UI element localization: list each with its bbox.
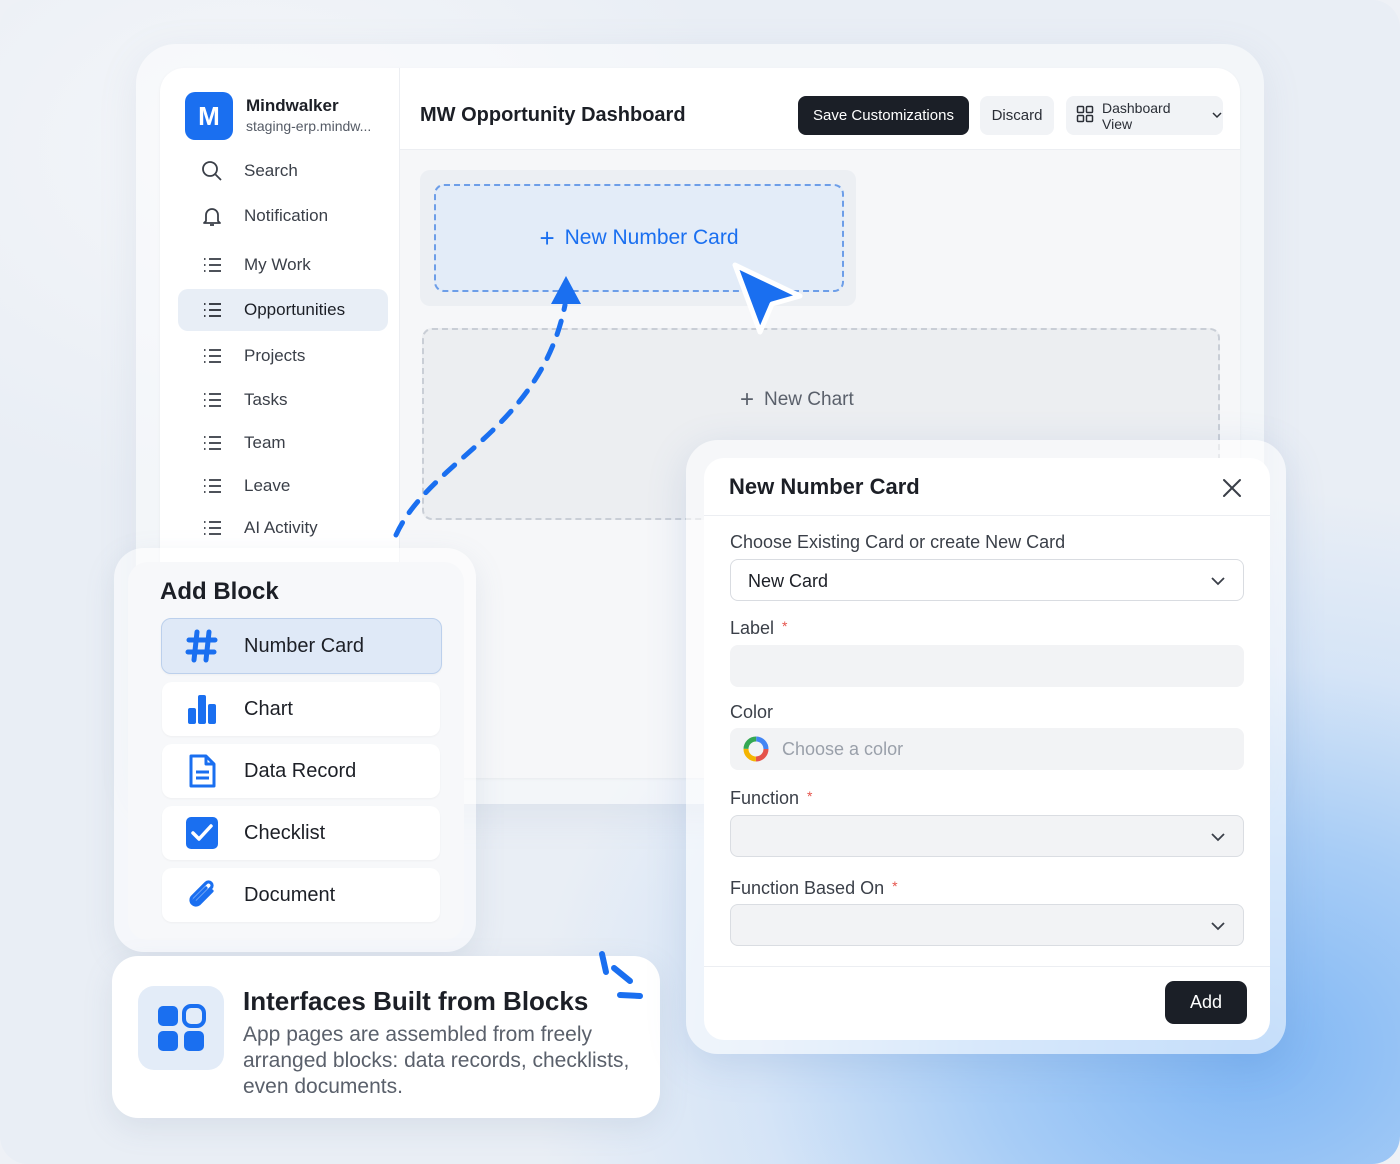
required-mark: * [807, 788, 813, 804]
new-number-card-placeholder[interactable]: + New Number Card [434, 184, 844, 292]
sidebar-item-label: Search [244, 161, 298, 180]
brand-name: Mindwalker [246, 96, 339, 115]
plus-icon: + [539, 222, 555, 253]
block-chart[interactable]: Chart [162, 682, 440, 736]
color-picker[interactable]: Choose a color [730, 728, 1244, 770]
sidebar-item-search[interactable]: Search [178, 150, 388, 192]
list-icon [198, 514, 226, 542]
discard-button[interactable]: Discard [980, 96, 1054, 135]
sidebar-item-label: Team [244, 433, 286, 452]
block-label: Chart [244, 697, 293, 720]
required-mark: * [892, 878, 898, 894]
block-checklist[interactable]: Checklist [162, 806, 440, 860]
checkbox-icon [182, 813, 222, 853]
chevron-down-icon [1209, 572, 1227, 595]
list-icon [198, 342, 226, 370]
sidebar-item-my-work[interactable]: My Work [178, 244, 388, 286]
list-icon [198, 251, 226, 279]
function-field-label: Function * [730, 788, 813, 808]
document-icon [182, 751, 222, 791]
chevron-down-icon [1211, 108, 1223, 124]
function-based-on-select[interactable] [730, 904, 1244, 946]
grid-icon [1076, 105, 1094, 126]
function-based-on-field-label: Function Based On * [730, 878, 898, 898]
sidebar-item-leave[interactable]: Leave [178, 465, 388, 507]
blocks-icon [138, 986, 224, 1070]
sidebar-item-label: My Work [244, 255, 311, 274]
block-data-record[interactable]: Data Record [162, 744, 440, 798]
paperclip-icon [182, 875, 222, 915]
list-icon [198, 472, 226, 500]
block-document[interactable]: Document [162, 868, 440, 922]
chevron-down-icon [1209, 917, 1227, 940]
sidebar-item-label: AI Activity [244, 518, 318, 537]
choose-card-value: New Card [748, 571, 829, 591]
add-button[interactable]: Add [1165, 981, 1247, 1024]
plus-icon: + [740, 386, 755, 413]
close-icon[interactable] [1218, 474, 1246, 502]
save-customizations-button[interactable]: Save Customizations [798, 96, 969, 135]
search-icon [198, 157, 226, 185]
info-title: Interfaces Built from Blocks [243, 986, 589, 1016]
label-field-label: Label * [730, 618, 788, 638]
sidebar-item-opportunities[interactable]: Opportunities [178, 289, 388, 331]
sidebar-item-label: Leave [244, 476, 291, 495]
function-select[interactable] [730, 815, 1244, 857]
new-chart-button[interactable]: + New Chart [740, 386, 854, 414]
brand-logo[interactable]: M [185, 92, 233, 140]
hash-icon [182, 626, 222, 666]
modal-title: New Number Card [729, 474, 920, 499]
sidebar-item-tasks[interactable]: Tasks [178, 379, 388, 421]
list-icon [198, 386, 226, 414]
modal-divider [704, 515, 1270, 516]
block-label: Checklist [244, 821, 326, 844]
sidebar-item-ai-activity[interactable]: AI Activity [178, 507, 388, 549]
bar-chart-icon [182, 689, 222, 729]
dashboard-view-label: Dashboard View [1102, 99, 1171, 132]
sidebar-item-label: Tasks [244, 390, 288, 409]
brand-subtitle: staging-erp.mindw... [246, 118, 372, 134]
new-number-card-label: New Number Card [564, 226, 739, 249]
required-mark: * [782, 618, 788, 634]
block-number-card[interactable]: Number Card [161, 618, 442, 674]
list-icon [198, 429, 226, 457]
info-description: App pages are assembled from freely arra… [243, 1023, 630, 1098]
choose-card-label: Choose Existing Card or create New Card [730, 532, 1066, 552]
top-bar: MW Opportunity Dashboard Save Customizat… [400, 68, 1240, 150]
modal-footer-divider [704, 966, 1270, 967]
chevron-down-icon [1209, 828, 1227, 851]
sidebar-item-label: Notification [244, 206, 329, 225]
add-block-title: Add Block [160, 578, 279, 605]
sidebar-item-team[interactable]: Team [178, 422, 388, 464]
page-title: MW Opportunity Dashboard [420, 104, 686, 126]
block-label: Document [244, 883, 336, 906]
sidebar-item-projects[interactable]: Projects [178, 335, 388, 377]
sidebar-item-label: Projects [244, 346, 306, 365]
sidebar-item-notification[interactable]: Notification [178, 195, 388, 237]
color-wheel-icon [742, 735, 770, 768]
block-label: Number Card [244, 634, 365, 657]
sidebar-item-label: Opportunities [244, 300, 346, 319]
label-input[interactable] [730, 645, 1244, 687]
bell-icon [198, 202, 226, 230]
dashboard-view-dropdown[interactable]: Dashboard View [1066, 96, 1223, 135]
block-label: Data Record [244, 759, 357, 782]
new-chart-label: New Chart [764, 389, 854, 410]
color-field-label: Color [730, 702, 774, 722]
color-placeholder: Choose a color [782, 739, 904, 759]
list-icon [198, 296, 226, 324]
choose-card-select[interactable]: New Card [730, 559, 1244, 601]
